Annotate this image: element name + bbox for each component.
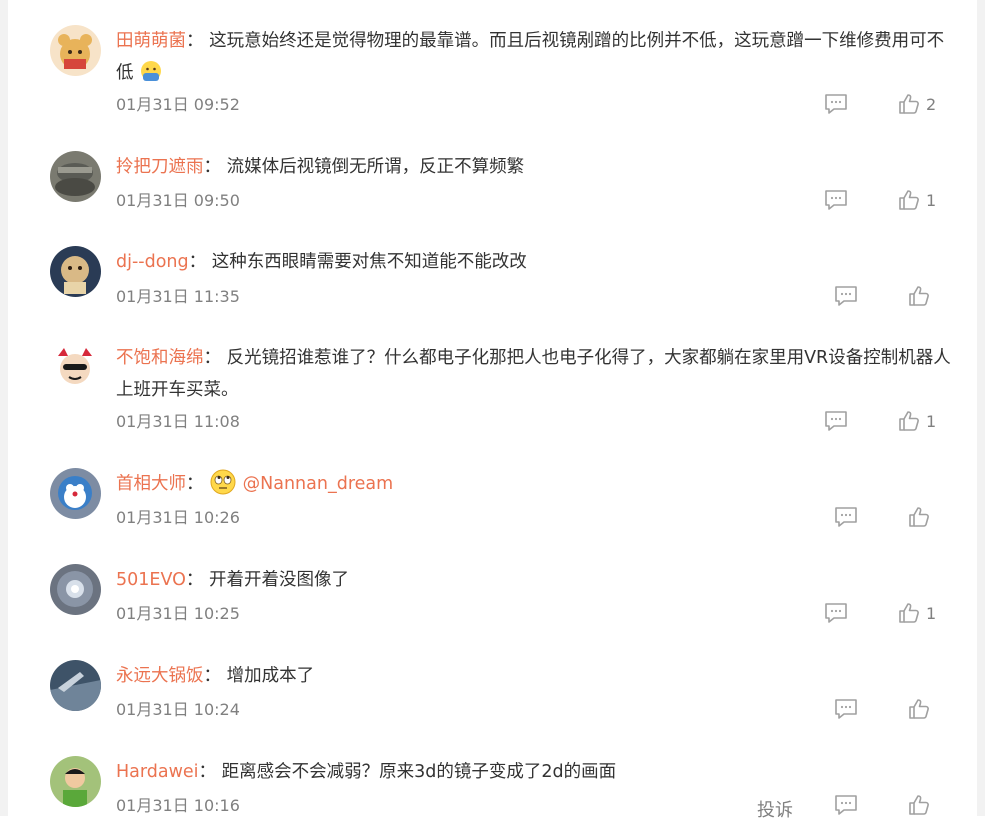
comment-body: 反光镜招谁惹谁了？什么都电子化那把人也电子化得了，大家都躺在家里用VR设备控制机…: [116, 348, 951, 400]
sad-face-emoji-icon: [139, 59, 163, 83]
reply-button[interactable]: [824, 602, 848, 624]
comment-text: dj--dong： 这种东西眼睛需要对焦不知道能不能改改: [116, 246, 955, 278]
comment-time: 01月31日 10:16: [116, 796, 240, 815]
page-right-margin: [977, 0, 985, 816]
username-link[interactable]: 田萌萌菌: [116, 31, 186, 51]
reply-button[interactable]: [824, 189, 848, 211]
avatar[interactable]: [50, 564, 101, 615]
comment-time: 01月31日 10:24: [116, 700, 240, 719]
like-button[interactable]: 2: [898, 93, 936, 115]
thumbs-up-icon: [899, 411, 919, 431]
thumbs-up-icon: [909, 507, 929, 527]
like-count: 1: [926, 411, 937, 431]
comment-body: 流媒体后视镜倒无所谓，反正不算频繁: [226, 157, 525, 177]
comment-body: 增加成本了: [226, 666, 315, 686]
comment-time: 01月31日 10:26: [116, 508, 240, 527]
reply-button[interactable]: [824, 410, 848, 432]
like-button[interactable]: [908, 794, 936, 816]
comment-icon: [835, 699, 857, 719]
thumbs-up-icon: [909, 699, 929, 719]
reply-button[interactable]: [834, 794, 858, 816]
comment-icon: [835, 795, 857, 815]
comment-text: 501EVO： 开着开着没图像了: [116, 564, 955, 596]
avatar[interactable]: [50, 151, 101, 202]
like-button[interactable]: 1: [898, 410, 936, 432]
separator: ：: [185, 570, 204, 590]
username-link[interactable]: 永远大锅饭: [116, 666, 204, 686]
reply-button[interactable]: [834, 285, 858, 307]
comment-time: 01月31日 11:08: [116, 412, 240, 431]
thumbs-up-icon: [909, 795, 929, 815]
separator: ：: [188, 252, 207, 272]
thumbs-up-icon: [899, 94, 919, 114]
comment-body: 这玩意始终还是觉得物理的最靠谱。而且后视镜剐蹭的比例并不低，这玩意蹭一下维修费用…: [116, 31, 945, 83]
separator: ：: [203, 348, 222, 368]
avatar[interactable]: [50, 756, 101, 807]
separator: ：: [198, 762, 217, 782]
comment-icon: [825, 411, 847, 431]
separator: ：: [203, 666, 222, 686]
avatar[interactable]: [50, 660, 101, 711]
avatar[interactable]: [50, 246, 101, 297]
report-button[interactable]: 投诉: [757, 796, 793, 822]
like-count: 1: [926, 603, 937, 623]
comment-text: 拎把刀遮雨： 流媒体后视镜倒无所谓，反正不算频繁: [116, 151, 955, 183]
thumbs-up-icon: [909, 286, 929, 306]
avatar[interactable]: [50, 342, 101, 393]
separator: ：: [186, 474, 204, 494]
like-count: 1: [926, 190, 937, 210]
username-link[interactable]: 501EVO: [116, 570, 186, 590]
username-link[interactable]: 不饱和海绵: [116, 348, 204, 368]
username-link[interactable]: dj--dong: [116, 252, 189, 272]
reply-button[interactable]: [824, 93, 848, 115]
comment-icon: [835, 286, 857, 306]
username-link[interactable]: 首相大师: [116, 474, 186, 494]
reply-button[interactable]: [834, 698, 858, 720]
username-link[interactable]: 拎把刀遮雨: [116, 157, 204, 177]
comment-text: 永远大锅饭： 增加成本了: [116, 660, 955, 692]
comment-body: 这种东西眼睛需要对焦不知道能不能改改: [211, 252, 527, 272]
separator: ：: [203, 157, 222, 177]
like-button[interactable]: [908, 506, 936, 528]
comment-time: 01月31日 09:52: [116, 95, 240, 114]
comment-text: 首相大师： @Nannan_dream: [116, 468, 955, 500]
separator: ：: [186, 31, 204, 51]
page-left-margin: [0, 0, 8, 816]
username-link[interactable]: Hardawei: [116, 762, 199, 782]
like-button[interactable]: 1: [898, 189, 936, 211]
comment-body: 距离感会不会减弱？原来3d的镜子变成了2d的画面: [221, 762, 617, 782]
comment-time: 01月31日 10:25: [116, 604, 240, 623]
comment-icon: [825, 94, 847, 114]
like-button[interactable]: [908, 285, 936, 307]
thumbs-up-icon: [899, 603, 919, 623]
avatar[interactable]: [50, 25, 101, 76]
eye-roll-emoji-icon: [209, 468, 237, 496]
mention-link[interactable]: @Nannan_dream: [243, 474, 394, 494]
comment-text: 不饱和海绵： 反光镜招谁惹谁了？什么都电子化那把人也电子化得了，大家都躺在家里用…: [116, 342, 955, 406]
comment-body: 开着开着没图像了: [208, 570, 349, 590]
avatar[interactable]: [50, 468, 101, 519]
comment-text: 田萌萌菌： 这玩意始终还是觉得物理的最靠谱。而且后视镜剐蹭的比例并不低，这玩意蹭…: [116, 25, 955, 89]
comment-icon: [825, 603, 847, 623]
like-count: 2: [926, 94, 937, 114]
comment-icon: [835, 507, 857, 527]
like-button[interactable]: 1: [898, 602, 936, 624]
comment-icon: [825, 190, 847, 210]
comment-time: 01月31日 09:50: [116, 191, 240, 210]
comment-time: 01月31日 11:35: [116, 287, 240, 306]
like-button[interactable]: [908, 698, 936, 720]
reply-button[interactable]: [834, 506, 858, 528]
comment-text: Hardawei： 距离感会不会减弱？原来3d的镜子变成了2d的画面: [116, 756, 955, 788]
thumbs-up-icon: [899, 190, 919, 210]
